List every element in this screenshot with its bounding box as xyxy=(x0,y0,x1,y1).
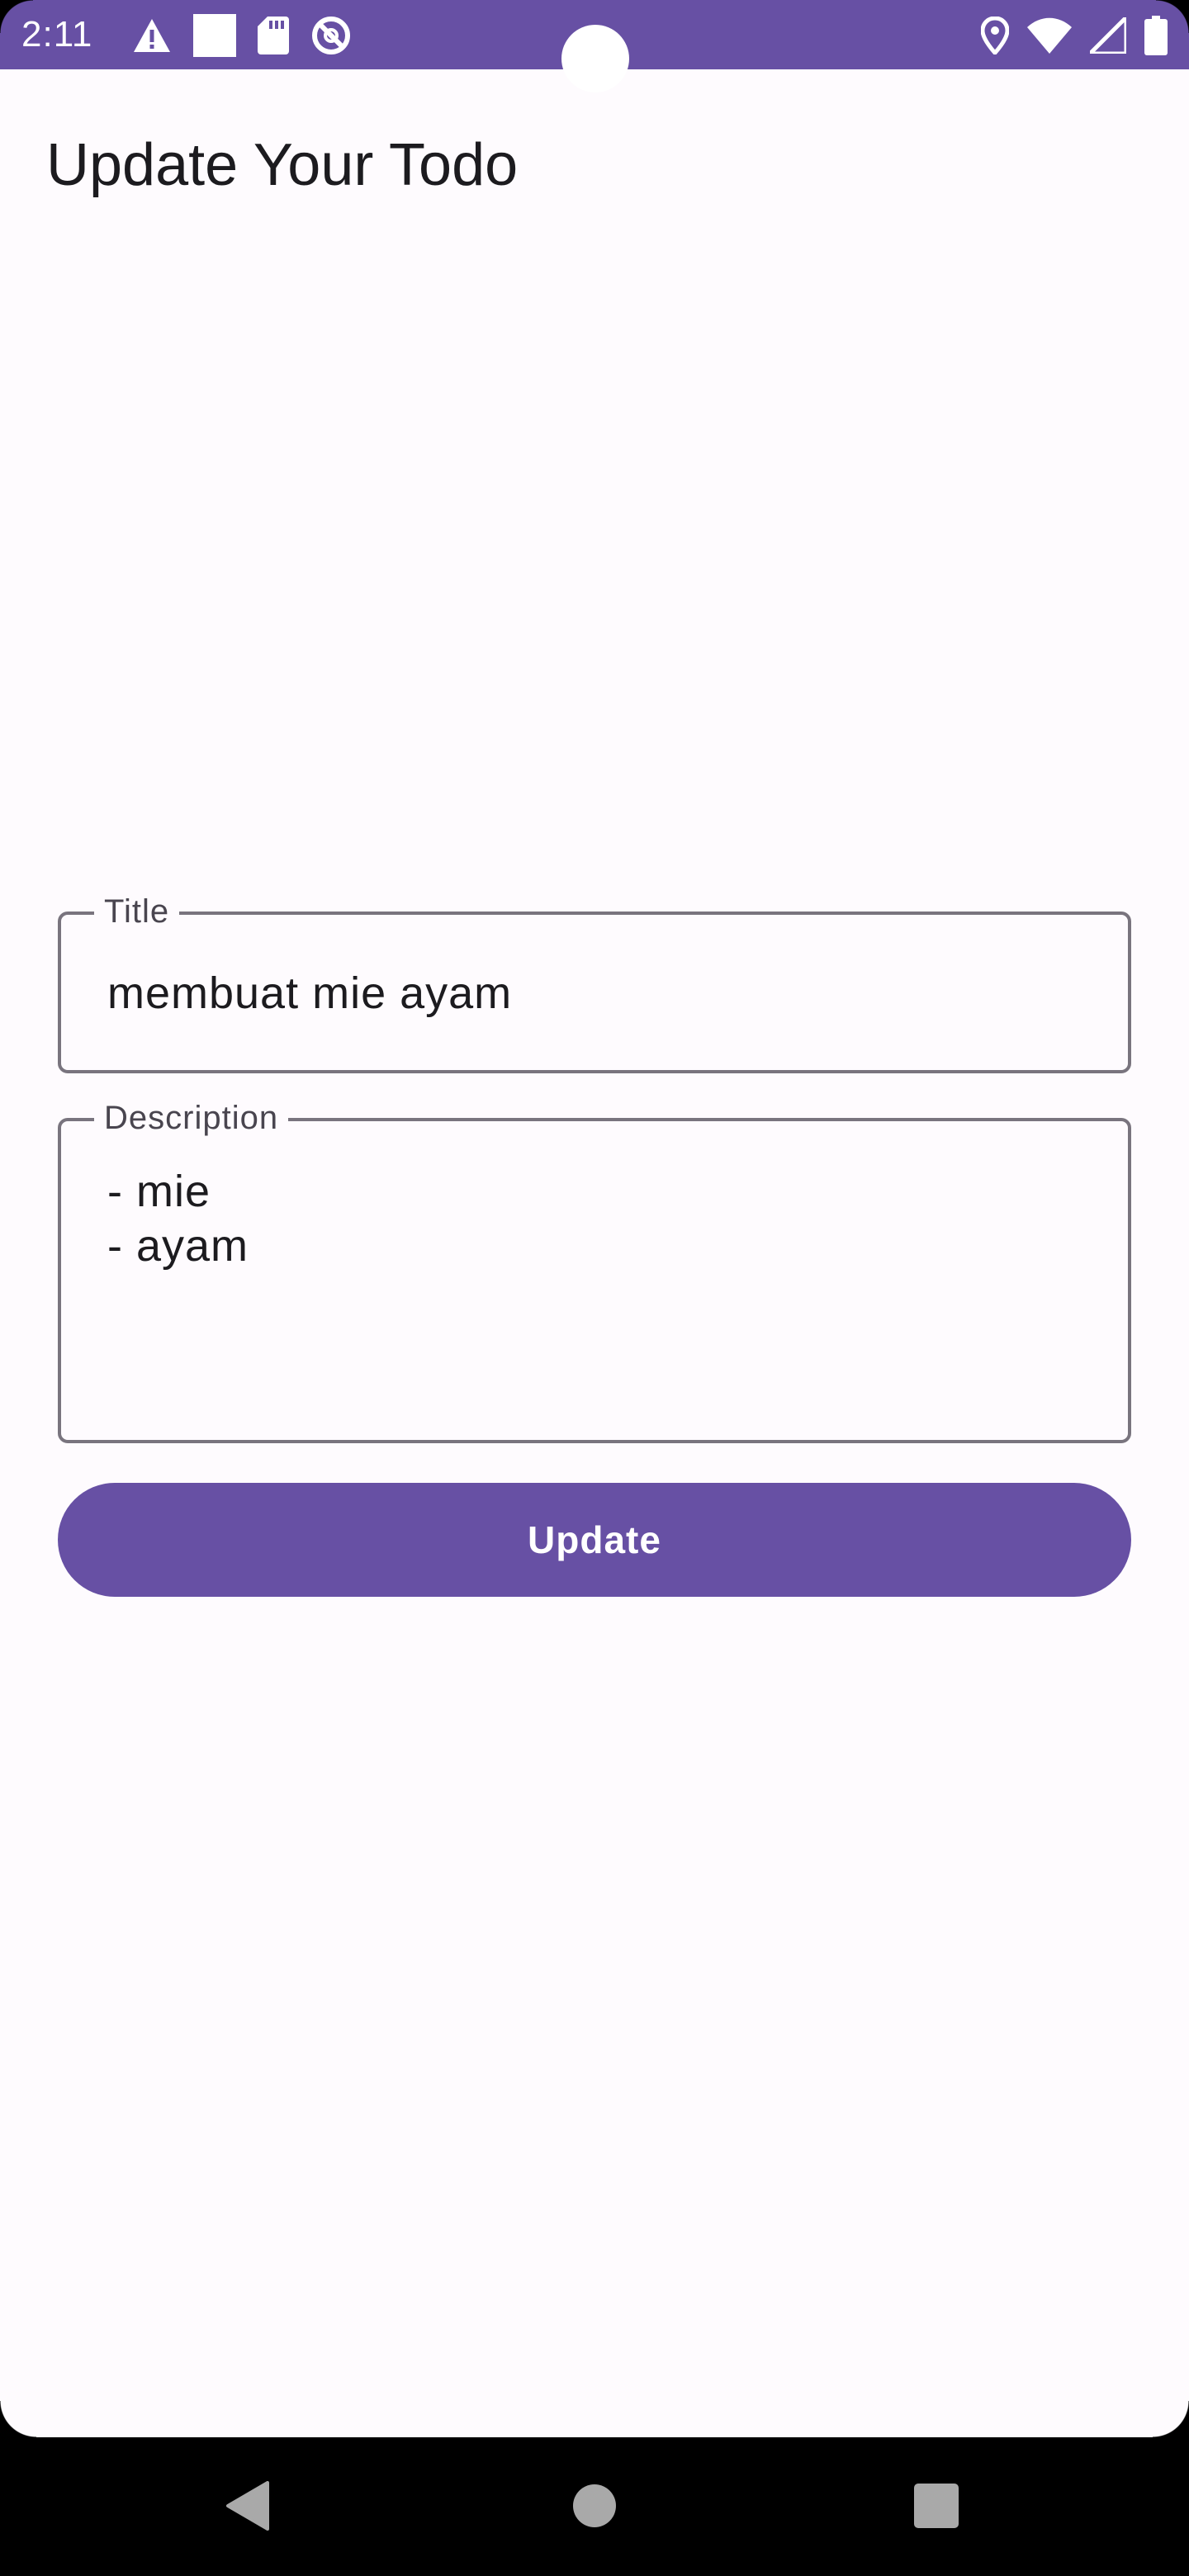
warning-icon xyxy=(132,17,172,54)
notification-icons xyxy=(132,14,352,57)
title-field-label: Title xyxy=(94,890,180,933)
location-icon xyxy=(981,17,1009,54)
title-input[interactable]: membuat mie ayam xyxy=(107,966,1082,1020)
home-icon xyxy=(572,2484,617,2531)
no-sync-icon xyxy=(310,15,352,56)
wifi-icon xyxy=(1027,17,1072,54)
screen-corner xyxy=(0,0,33,33)
camera-cutout xyxy=(561,25,629,92)
description-field-label: Description xyxy=(94,1096,289,1139)
home-button[interactable] xyxy=(537,2437,652,2576)
title-field[interactable]: Title membuat mie ayam xyxy=(58,890,1131,1073)
sd-card-icon xyxy=(258,17,289,54)
square-notification-icon xyxy=(193,14,236,57)
recents-icon xyxy=(914,2483,959,2531)
back-icon xyxy=(225,2480,271,2533)
screen-corner xyxy=(1153,2401,1189,2437)
recents-button[interactable] xyxy=(879,2437,994,2576)
update-button[interactable]: Update xyxy=(58,1483,1131,1597)
system-nav-bar xyxy=(0,2437,1189,2576)
back-button[interactable] xyxy=(190,2437,306,2576)
screen-corner xyxy=(1156,0,1189,33)
signal-icon xyxy=(1090,17,1126,54)
description-input[interactable]: - mie - ayam xyxy=(107,1164,1082,1273)
page-title: Update Your Todo xyxy=(46,132,519,198)
status-bar: 2:11 xyxy=(0,0,1189,92)
app-screen: 2:11 Update Your Todo Title membuat mie … xyxy=(0,0,1189,2576)
system-status-icons xyxy=(981,15,1168,56)
screen-corner xyxy=(0,2401,36,2437)
description-field[interactable]: Description - mie - ayam xyxy=(58,1096,1131,1443)
